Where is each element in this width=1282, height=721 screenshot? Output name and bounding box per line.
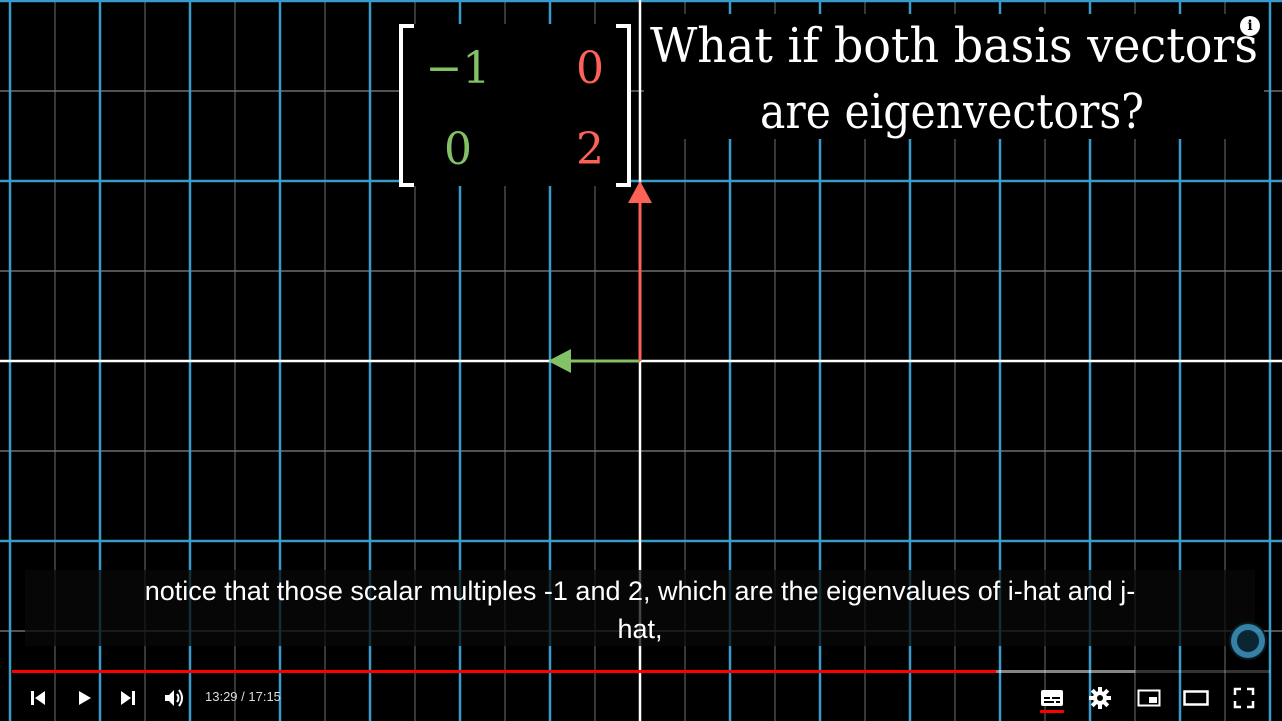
matrix-entry-b: 0 <box>576 43 604 94</box>
volume-icon <box>165 689 183 707</box>
info-icon[interactable]: i <box>1240 16 1260 36</box>
subtitles-active-indicator <box>1040 710 1064 713</box>
matrix-entry-d: 2 <box>576 124 604 175</box>
play-icon <box>79 691 91 705</box>
next-button[interactable] <box>114 680 142 716</box>
play-button[interactable] <box>70 680 98 716</box>
progress-bar[interactable] <box>12 670 1270 673</box>
i-hat-arrowhead <box>548 349 571 373</box>
j-hat-arrowhead <box>628 181 652 203</box>
time-display: 13:29 / 17:15 <box>205 689 281 704</box>
previous-icon <box>31 691 45 705</box>
video-title-line2: are eigenvectors? <box>760 84 1144 140</box>
caption-line-1: notice that those scalar multiples -1 an… <box>144 576 1136 606</box>
fullscreen-icon <box>1233 687 1255 709</box>
previous-button[interactable] <box>24 680 52 716</box>
caption-line-2: hat, <box>617 614 663 644</box>
gear-icon <box>1089 687 1111 709</box>
settings-button[interactable] <box>1086 680 1114 716</box>
matrix-entry-c: 0 <box>444 124 472 175</box>
theater-mode-button[interactable] <box>1180 680 1212 716</box>
progress-played <box>12 670 996 673</box>
video-player[interactable]: −1 0 0 2 What if both basis vectors are … <box>0 0 1282 721</box>
caption-text: notice that those scalar multiples -1 an… <box>25 572 1255 648</box>
matrix-entry-a: −1 <box>426 43 491 94</box>
theater-icon <box>1183 690 1209 706</box>
fullscreen-button[interactable] <box>1230 680 1258 716</box>
loading-spinner-icon <box>1229 622 1267 660</box>
miniplayer-button[interactable] <box>1134 680 1164 716</box>
video-title-line1: What if both basis vectors <box>650 18 1258 74</box>
subtitles-icon <box>1041 690 1063 706</box>
next-icon <box>121 691 135 705</box>
volume-button[interactable] <box>160 680 190 716</box>
miniplayer-icon <box>1137 689 1161 707</box>
player-controls: 13:29 / 17:15 <box>0 680 1282 721</box>
